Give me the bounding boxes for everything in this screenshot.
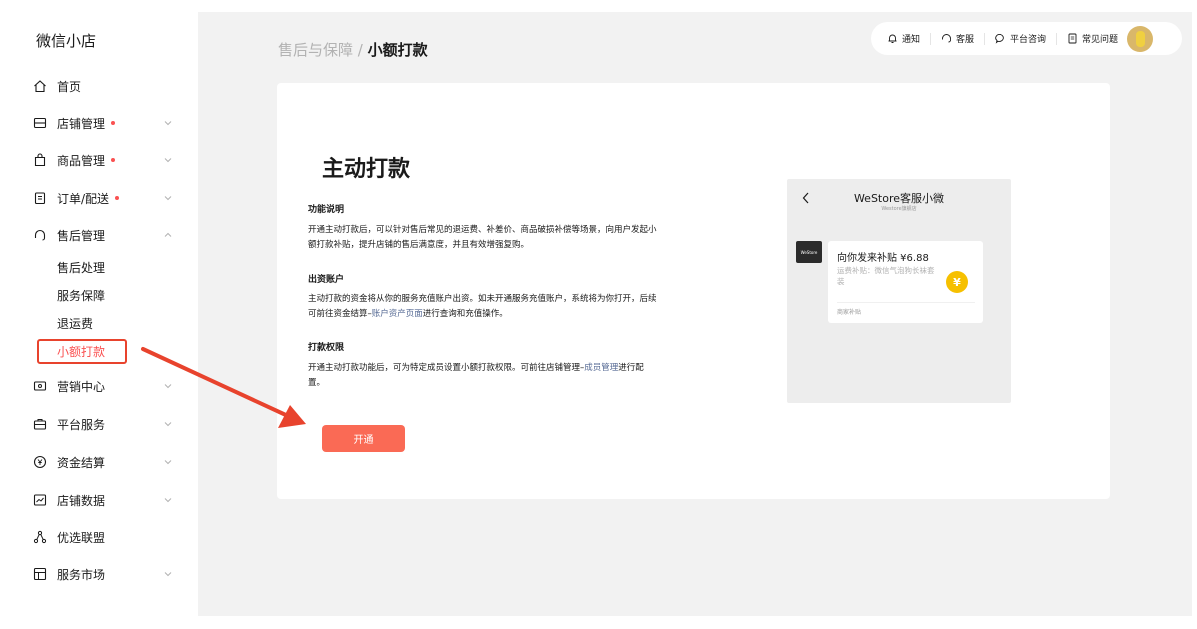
chevron-down-icon <box>164 422 172 427</box>
sidebar-item-home[interactable]: 首页 <box>32 74 182 98</box>
toolbox-icon <box>32 416 48 432</box>
customer-service-button[interactable]: 客服 <box>941 22 974 55</box>
sidebar-item-label: 优选联盟 <box>57 530 106 545</box>
faq-button[interactable]: 常见问题 <box>1067 22 1118 55</box>
sidebar-item-label: 服务市场 <box>57 567 106 582</box>
notify-label: 通知 <box>902 35 921 45</box>
sidebar-subitem-label: 小额打款 <box>57 345 106 359</box>
divider <box>984 32 986 45</box>
platform-consult-label: 平台咨询 <box>1010 35 1047 45</box>
top-toolbar: 通知 客服 平台咨询 常见问题 <box>871 22 1182 55</box>
notification-dot <box>111 158 116 162</box>
sidebar-item-after-sales[interactable]: 售后管理 <box>32 223 182 247</box>
divider <box>1056 32 1058 45</box>
subsidy-description: 运费补贴：微信气泡狗长袜套装 <box>837 266 935 286</box>
avatar[interactable] <box>1127 25 1154 52</box>
subsidy-amount: 向你发来补贴 ¥6.88 <box>837 253 929 264</box>
market-icon <box>32 566 48 582</box>
document-icon <box>1068 33 1077 44</box>
sidebar-subitem-small-payment[interactable]: 小额打款 <box>37 339 127 364</box>
section-text-permission: 开通主动打款功能后，可为特定成员设置小额打款权限。可前往店铺管理–成员管理进行配… <box>308 361 658 391</box>
chevron-down-icon <box>164 196 172 201</box>
headset-icon <box>942 34 951 43</box>
sidebar: 微信小店 首页 店铺管理 商品管理 订单/配送 售后管理 售后处理 服务保障 退… <box>0 0 198 629</box>
section-title-funding: 出资账户 <box>308 275 345 285</box>
sidebar-item-label: 店铺管理 <box>57 116 106 131</box>
platform-consult-button[interactable]: 平台咨询 <box>995 22 1046 55</box>
sidebar-item-orders[interactable]: 订单/配送 <box>32 186 182 210</box>
breadcrumb: 售后与保障 / 小额打款 <box>278 39 428 60</box>
notification-dot <box>111 121 116 125</box>
sidebar-item-marketing[interactable]: 营销中心 <box>32 374 182 398</box>
sidebar-item-service-market[interactable]: 服务市场 <box>32 562 182 586</box>
chat-bubble-icon <box>995 34 1004 44</box>
member-management-link[interactable]: 成员管理 <box>584 363 618 373</box>
sidebar-item-alliance[interactable]: 优选联盟 <box>32 525 182 549</box>
sidebar-item-label: 平台服务 <box>57 417 106 432</box>
chevron-down-icon <box>164 572 172 577</box>
sidebar-item-platform-services[interactable]: 平台服务 <box>32 412 182 436</box>
yuan-coin-icon: ¥ <box>946 271 968 293</box>
section-text-funding: 主动打款的资金将从你的服务充值账户出资。如未开通服务充值账户，系统将为你打开，后… <box>308 292 658 322</box>
store-icon <box>32 115 48 131</box>
westore-logo: WeStore <box>796 241 822 263</box>
notification-dot <box>115 196 120 200</box>
sidebar-subitem-after-sales-handling[interactable]: 售后处理 <box>57 258 105 278</box>
account-assets-link[interactable]: 账户资产页面 <box>372 309 423 319</box>
chevron-up-icon <box>164 232 172 237</box>
breadcrumb-parent[interactable]: 售后与保障 / <box>278 41 368 59</box>
main-content: 售后与保障 / 小额打款 通知 客服 平台咨询 常见问题 主动打款 功能说明 开… <box>198 12 1192 616</box>
sidebar-item-label: 营销中心 <box>57 379 106 394</box>
sidebar-subitem-return-shipping[interactable]: 退运费 <box>57 314 93 334</box>
sidebar-item-label: 资金结算 <box>57 455 106 470</box>
sidebar-item-label: 首页 <box>57 79 82 94</box>
content-card: 主动打款 功能说明 开通主动打款后，可以针对售后常见的退运费、补差价、商品破损补… <box>277 83 1110 499</box>
sidebar-item-label: 订单/配送 <box>57 191 110 206</box>
bell-icon <box>888 34 897 43</box>
bag-icon <box>32 152 48 168</box>
funding-text-after: 进行查询和充值操作。 <box>422 309 508 319</box>
notify-button[interactable]: 通知 <box>887 22 920 55</box>
sidebar-item-store[interactable]: 店铺管理 <box>32 111 182 135</box>
sidebar-item-funds[interactable]: 资金结算 <box>32 450 182 474</box>
page-title: 主动打款 <box>322 157 411 182</box>
sidebar-item-label: 店铺数据 <box>57 493 106 508</box>
section-text-feature: 开通主动打款后，可以针对售后常见的退运费、补差价、商品破损补偿等场景，向用户发起… <box>308 225 657 250</box>
subsidy-footer: 商家补贴 <box>837 309 862 316</box>
sidebar-item-label: 售后管理 <box>57 228 106 243</box>
chart-icon <box>32 492 48 508</box>
coupon-icon <box>32 378 48 394</box>
network-icon <box>32 529 48 545</box>
preview-title: WeStore客服小微 <box>853 192 945 205</box>
headset-icon <box>32 227 48 243</box>
subsidy-message-card: 向你发来补贴 ¥6.88 运费补贴：微信气泡狗长袜套装 ¥ 商家补贴 <box>828 241 983 323</box>
divider <box>930 32 932 45</box>
brand-title: 微信小店 <box>36 32 97 50</box>
faq-label: 常见问题 <box>1082 35 1119 45</box>
preview-subtitle: Westore旗舰店 <box>881 206 917 212</box>
customer-service-label: 客服 <box>956 35 975 45</box>
open-button[interactable]: 开通 <box>322 425 405 452</box>
sidebar-subitem-service-guarantee[interactable]: 服务保障 <box>57 286 105 306</box>
chevron-down-icon <box>164 121 172 126</box>
chevron-down-icon <box>164 460 172 465</box>
sidebar-item-label: 商品管理 <box>57 153 106 168</box>
breadcrumb-current: 小额打款 <box>367 41 428 59</box>
sidebar-item-products[interactable]: 商品管理 <box>32 148 182 172</box>
section-title-feature: 功能说明 <box>308 205 345 215</box>
chevron-down-icon <box>164 498 172 503</box>
divider <box>837 302 975 303</box>
chevron-down-icon <box>164 384 172 389</box>
permission-text-before: 开通主动打款功能后，可为特定成员设置小额打款权限。可前往店铺管理– <box>308 363 585 373</box>
yuan-coin-icon <box>32 454 48 470</box>
clipboard-icon <box>32 190 48 206</box>
message-preview: WeStore客服小微 Westore旗舰店 WeStore 向你发来补贴 ¥6… <box>787 179 1011 403</box>
section-title-permission: 打款权限 <box>308 343 345 353</box>
chevron-down-icon <box>164 158 172 163</box>
home-icon <box>32 78 48 94</box>
sidebar-item-store-data[interactable]: 店铺数据 <box>32 488 182 512</box>
